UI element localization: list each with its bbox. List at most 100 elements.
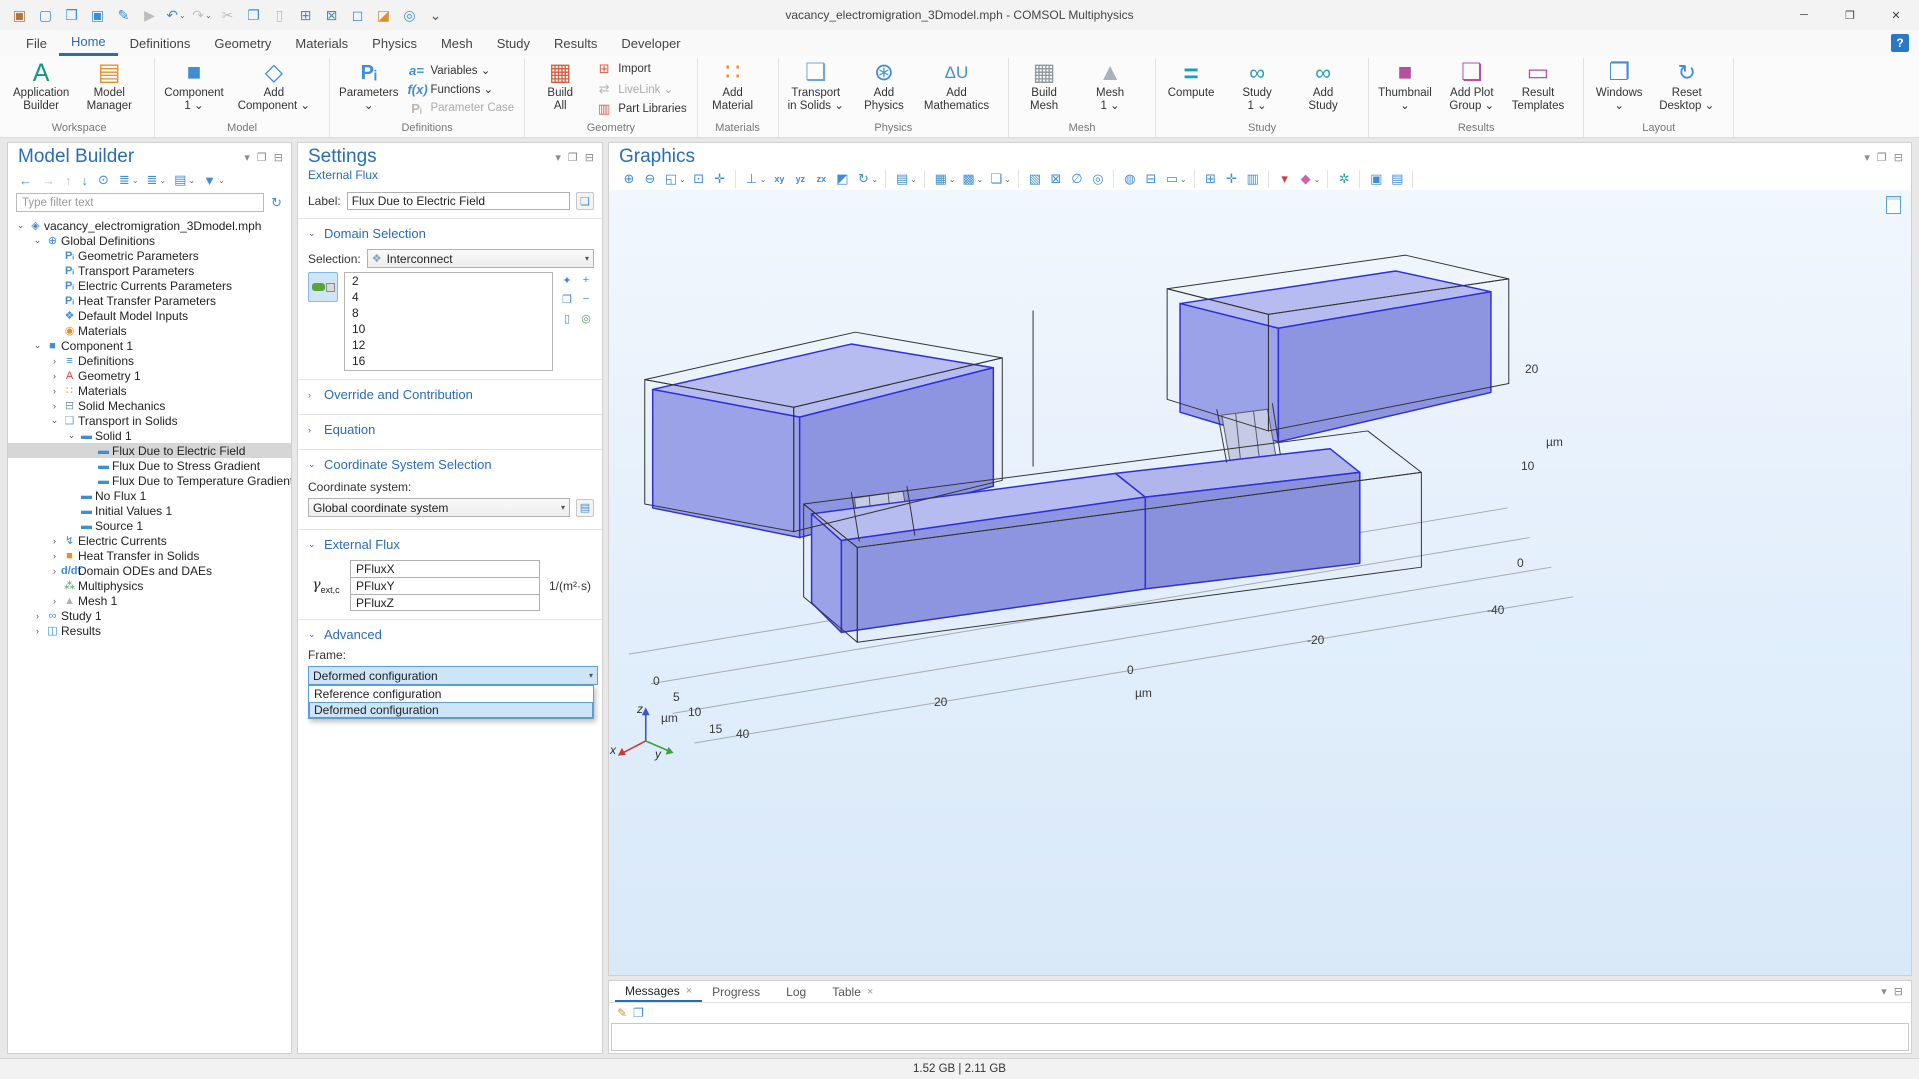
- select-box-icon[interactable]: ⊠: [1047, 170, 1066, 188]
- zoom-selected-icon[interactable]: ◎: [1089, 170, 1108, 188]
- domain-list-item[interactable]: 4: [345, 289, 552, 305]
- rotate-view-icon[interactable]: ↻⌄: [854, 170, 880, 188]
- scene-appearance-icon[interactable]: ▦⌄: [932, 170, 958, 188]
- tree-item[interactable]: ▬ Flux Due to Electric Field: [8, 443, 291, 458]
- show-legends-icon[interactable]: ▥: [1244, 170, 1263, 188]
- copy-icon[interactable]: ❐: [242, 3, 266, 27]
- clear-selection-icon[interactable]: ◪: [372, 3, 396, 27]
- coordinate-system-dropdown[interactable]: Global coordinate system ▾: [308, 498, 570, 517]
- tree-expander[interactable]: ›: [48, 551, 61, 561]
- part-libraries-button[interactable]: ▥ Part Libraries: [595, 101, 686, 117]
- tree-item[interactable]: ⌄ ■ Component 1: [8, 338, 291, 353]
- show-grid-icon[interactable]: ⊞: [1202, 170, 1221, 188]
- tree-item[interactable]: › d/dt Domain ODEs and DAEs: [8, 563, 291, 578]
- tree-item[interactable]: Pᵢ Geometric Parameters: [8, 248, 291, 263]
- add-study-button[interactable]: ∞ Add Study: [1290, 58, 1356, 120]
- variables-button[interactable]: a= Variables ⌄: [407, 63, 514, 78]
- save-as-icon[interactable]: ✎: [112, 3, 136, 27]
- show-axes-icon[interactable]: ✛: [1223, 170, 1242, 188]
- graphics-viewport[interactable]: 051015µm40200-20-40µm20100µm zxy: [609, 190, 1911, 975]
- frame-dropdown[interactable]: Deformed configuration ▾: [308, 666, 598, 685]
- menu-tab[interactable]: Mesh: [429, 30, 485, 56]
- material-color-icon[interactable]: ◆⌄: [1297, 170, 1323, 188]
- domain-selection-header[interactable]: ⌄ Domain Selection: [308, 224, 594, 245]
- pin-panel-icon[interactable]: ⊟: [1894, 985, 1903, 998]
- domain-list-item[interactable]: 8: [345, 305, 552, 321]
- tree-expander[interactable]: ›: [48, 371, 61, 381]
- mesh-1-button[interactable]: ▲ Mesh 1 ⌄: [1077, 58, 1143, 120]
- zoom-extents-icon[interactable]: ⊡: [690, 170, 709, 188]
- add-to-selection-icon[interactable]: +: [578, 272, 594, 288]
- tree-expander[interactable]: ›: [31, 626, 44, 636]
- paste-icon[interactable]: ▯: [268, 3, 292, 27]
- select-box-icon[interactable]: ◻: [346, 3, 370, 27]
- customize-qat-icon[interactable]: ⌄: [424, 3, 448, 27]
- transport-in-solids-button[interactable]: ❑ Transport in Solids ⌄: [781, 58, 851, 120]
- tree-item[interactable]: › ◫ Results: [8, 623, 291, 638]
- label-edit-icon[interactable]: ❏: [576, 192, 594, 210]
- environment-icon[interactable]: ▩⌄: [960, 170, 986, 188]
- external-flux-header[interactable]: ⌄ External Flux: [308, 535, 594, 556]
- advanced-header[interactable]: ⌄ Advanced: [308, 625, 594, 646]
- paste-selection-icon[interactable]: ▯: [559, 310, 575, 326]
- tree-item[interactable]: › ■ Heat Transfer in Solids: [8, 548, 291, 563]
- active-selection-toggle[interactable]: [308, 272, 338, 302]
- duplicate-icon[interactable]: ⊞: [294, 3, 318, 27]
- override-header[interactable]: › Override and Contribution: [308, 385, 594, 406]
- tree-expander[interactable]: ›: [48, 536, 61, 546]
- view-zx-icon[interactable]: zx: [812, 173, 831, 185]
- tree-expander[interactable]: ⌄: [14, 220, 27, 231]
- run-icon[interactable]: ▶: [138, 3, 162, 27]
- go-to-source-icon[interactable]: ▤: [576, 499, 594, 517]
- tree-filter-input[interactable]: [16, 193, 264, 212]
- menu-tab[interactable]: File: [14, 30, 59, 56]
- tree-item[interactable]: › ∷ Materials: [8, 383, 291, 398]
- select-icon[interactable]: ▧: [1026, 170, 1045, 188]
- tree-item[interactable]: › A Geometry 1: [8, 368, 291, 383]
- tree-item[interactable]: ⌄ ◈ vacancy_electromigration_3Dmodel.mph: [8, 218, 291, 233]
- tree-item[interactable]: ▬ Initial Values 1: [8, 503, 291, 518]
- wireframe-icon[interactable]: ▭⌄: [1163, 170, 1189, 188]
- maximize-button[interactable]: ❐: [1827, 0, 1873, 30]
- parameters-button[interactable]: Pᵢ Parameters ⌄: [332, 58, 405, 120]
- messages-content[interactable]: [611, 1023, 1909, 1051]
- tree-expander[interactable]: ⌄: [48, 415, 61, 426]
- panel-menu-icon[interactable]: ▾: [1881, 985, 1887, 998]
- tree-expander[interactable]: ⌄: [65, 430, 78, 441]
- move-down-icon[interactable]: ↓: [79, 172, 94, 189]
- tree-item[interactable]: ⌄ ▬ Solid 1: [8, 428, 291, 443]
- deselect-icon[interactable]: ∅: [1068, 170, 1087, 188]
- back-icon[interactable]: ←: [16, 172, 37, 189]
- menu-tab[interactable]: Home: [59, 30, 118, 56]
- tree-expander[interactable]: ›: [48, 401, 61, 411]
- cut-icon[interactable]: ✂: [216, 3, 240, 27]
- clipping-icon[interactable]: ⊟: [1142, 170, 1161, 188]
- model-tree-settings-icon[interactable]: ▤⌄: [171, 171, 198, 189]
- menu-tab[interactable]: Definitions: [118, 30, 203, 56]
- add-component-button[interactable]: ◇ Add Component ⌄: [231, 58, 317, 120]
- menu-tab[interactable]: Geometry: [202, 30, 283, 56]
- tree-item[interactable]: › ↯ Electric Currents: [8, 533, 291, 548]
- collapse-all-icon[interactable]: ≣⌄: [144, 171, 170, 189]
- zoom-box-icon[interactable]: ◱⌄: [662, 170, 688, 188]
- tree-item[interactable]: ◉ Materials: [8, 323, 291, 338]
- component-1-button[interactable]: ■ Component 1 ⌄: [157, 58, 230, 120]
- help-button[interactable]: ?: [1891, 34, 1909, 52]
- tree-expander[interactable]: ⌄: [31, 340, 44, 351]
- remove-from-selection-icon[interactable]: −: [578, 291, 594, 307]
- tree-item[interactable]: Pᵢ Transport Parameters: [8, 263, 291, 278]
- compute-button[interactable]: = Compute: [1158, 58, 1224, 120]
- open-icon[interactable]: ❒: [60, 3, 84, 27]
- clear-log-icon[interactable]: ✎: [617, 1006, 627, 1020]
- float-panel-icon[interactable]: ❐: [1877, 151, 1887, 164]
- coordinate-header[interactable]: ⌄ Coordinate System Selection: [308, 455, 594, 476]
- menu-tab[interactable]: Materials: [283, 30, 360, 56]
- close-tab-icon[interactable]: ×: [867, 986, 873, 998]
- panel-menu-icon[interactable]: ▾: [244, 151, 250, 164]
- model-manager-button[interactable]: ▤ Model Manager: [76, 58, 142, 120]
- new-selection-icon[interactable]: ✦: [559, 272, 575, 288]
- application-builder-button[interactable]: A Application Builder: [6, 58, 76, 120]
- tree-item[interactable]: ▬ Flux Due to Temperature Gradient: [8, 473, 291, 488]
- domain-list-item[interactable]: 2: [345, 273, 552, 289]
- add-physics-button[interactable]: ⊛ Add Physics: [851, 58, 917, 120]
